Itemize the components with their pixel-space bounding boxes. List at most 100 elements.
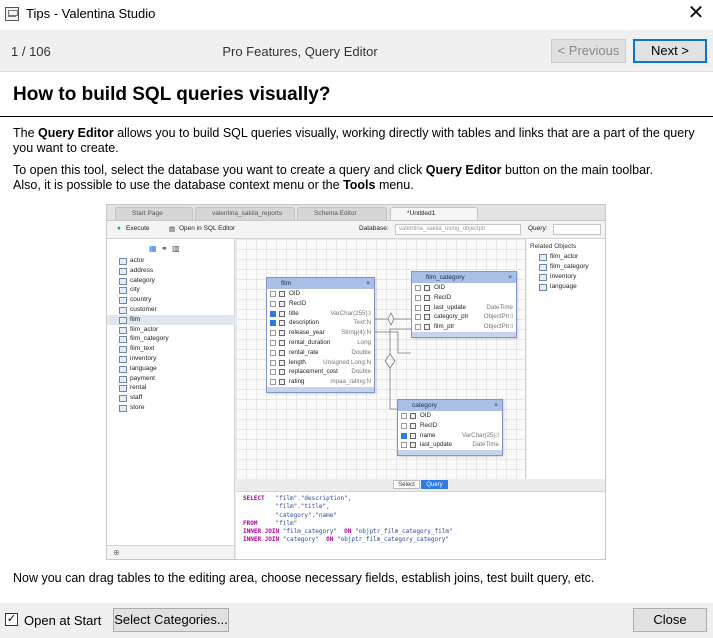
- field-icon: [279, 320, 285, 327]
- query-editor-screenshot: Start Page valentina_sakila_reports Sche…: [106, 204, 606, 560]
- heading-divider: [0, 116, 713, 117]
- table-list-item: city: [107, 285, 235, 295]
- tables-panel: ▦ ⚭ ▥ actor address category city country cus…: [107, 239, 235, 545]
- tables-list: actor address category city country customer f…: [107, 256, 235, 413]
- paragraph-3: Now you can drag tables to the editing a…: [13, 571, 595, 585]
- field-row: name VarChar(25):I: [398, 431, 502, 441]
- title-bar: Tips - Valentina Studio ✕: [0, 0, 713, 30]
- tools-term: Tools: [343, 178, 376, 192]
- table-list-item: film_category: [107, 334, 235, 344]
- previous-button[interactable]: < Previous: [551, 39, 626, 63]
- field-icon: [279, 339, 285, 346]
- table-list-item: inventory: [107, 354, 235, 364]
- field-checkbox: [270, 349, 276, 356]
- close-icon: ×: [508, 274, 512, 281]
- sql-editor-icon: ▤: [169, 226, 176, 233]
- field-checkbox: [415, 304, 421, 311]
- select-tab: Select: [393, 480, 420, 489]
- query-editor-term: Query Editor: [425, 163, 502, 177]
- screenshot-tab: valentina_sakila_reports: [195, 207, 295, 220]
- paragraph-2: To open this tool, select the database y…: [13, 163, 653, 192]
- open-sql-label: Open in SQL Editor: [179, 225, 236, 232]
- open-at-start-checkbox[interactable]: ✓: [5, 613, 18, 626]
- screenshot-tab: Start Page: [115, 207, 193, 220]
- table-list-item: film: [107, 314, 235, 325]
- field-checkbox: [270, 359, 276, 366]
- related-object-item: film_actor: [527, 252, 605, 262]
- field-icon: [279, 300, 285, 307]
- table-widget-header: category ×: [398, 400, 502, 411]
- field-row: rental_rate Double: [267, 348, 374, 358]
- field-row: rental_duration Long: [267, 338, 374, 348]
- table-widget-header: film_category ×: [412, 272, 516, 283]
- tip-category-title: Pro Features, Query Editor: [222, 44, 378, 59]
- table-list-item: store: [107, 403, 235, 413]
- field-icon: [424, 294, 430, 301]
- related-objects-list: film_actor film_category inventory language: [527, 252, 605, 292]
- screenshot-tab-bar: Start Page valentina_sakila_reports Sche…: [107, 205, 605, 221]
- field-row: RecID: [267, 299, 374, 309]
- table-list-item: country: [107, 295, 235, 305]
- tables-panel-footer: ⊕: [107, 545, 235, 559]
- field-icon: [424, 304, 430, 311]
- table-list-item: payment: [107, 374, 235, 384]
- field-checkbox: [401, 413, 407, 419]
- field-icon: [410, 442, 416, 449]
- query-editor-term: Query Editor: [38, 126, 114, 140]
- tip-content: How to build SQL queries visually? The Q…: [0, 73, 713, 603]
- screenshot-toolbar: ● Execute ▤ Open in SQL Editor Database:…: [107, 221, 605, 239]
- field-checkbox: [401, 432, 407, 439]
- window-title: Tips - Valentina Studio: [26, 6, 156, 21]
- screenshot-tab-active: *Untitled1: [390, 207, 478, 220]
- field-row: description Text:N: [267, 318, 374, 328]
- table-list-item: customer: [107, 305, 235, 315]
- paragraph-1: The Query Editor allows you to build SQL…: [13, 126, 695, 155]
- field-icon: [279, 310, 285, 317]
- view-switcher: Select Query: [236, 479, 605, 491]
- select-categories-button[interactable]: Select Categories...: [113, 608, 229, 632]
- film-category-table-widget: film_category × OID RecID last_update DateTim…: [411, 271, 517, 338]
- field-icon: [410, 422, 416, 429]
- table-list-item: category: [107, 276, 235, 286]
- field-row: OID: [398, 411, 502, 421]
- field-icon: [424, 314, 430, 321]
- query-combo: [553, 224, 601, 235]
- field-checkbox: [415, 324, 421, 331]
- table-widget-header: film ×: [267, 278, 374, 289]
- tip-heading: How to build SQL queries visually?: [13, 84, 331, 105]
- close-icon: ×: [366, 280, 370, 287]
- field-row: OID: [267, 289, 374, 299]
- field-icon: [279, 379, 285, 386]
- field-row: replacement_cost Double: [267, 367, 374, 377]
- field-row: OID: [412, 283, 516, 293]
- field-row: length Unsigned Long:N: [267, 358, 374, 368]
- field-icon: [279, 291, 285, 297]
- field-checkbox: [270, 379, 276, 386]
- field-icon: [279, 330, 285, 337]
- category-table-widget: category × OID RecID name VarChar(25):I last_u…: [397, 399, 503, 457]
- close-icon[interactable]: ✕: [685, 3, 707, 25]
- field-checkbox: [270, 320, 276, 327]
- tips-dialog: Tips - Valentina Studio ✕ 1 / 106 Pro Fe…: [0, 0, 713, 638]
- table-list-item: film_text: [107, 344, 235, 354]
- field-row: film_ptr ObjectPtr:I: [412, 322, 516, 332]
- field-row: release_year String(4):N: [267, 328, 374, 338]
- field-row: rating mpaa_rating:N: [267, 377, 374, 387]
- related-object-item: film_category: [527, 262, 605, 272]
- table-list-item: staff: [107, 393, 235, 403]
- close-button[interactable]: Close: [633, 608, 707, 632]
- related-objects-panel: Related Objects film_actor film_category i…: [527, 239, 605, 479]
- query-design-canvas: film × OID RecID title VarChar(255):I descript…: [236, 239, 526, 479]
- app-icon: [5, 7, 19, 21]
- database-combo: valentina_sakila_using_objectptr: [395, 224, 521, 235]
- bottom-bar: ✓ Open at Start Select Categories... Clo…: [0, 603, 713, 638]
- related-objects-title: Related Objects: [530, 243, 577, 250]
- next-button[interactable]: Next >: [633, 39, 707, 63]
- field-checkbox: [270, 300, 276, 307]
- related-object-item: language: [527, 282, 605, 292]
- field-checkbox: [270, 310, 276, 317]
- open-at-start-label[interactable]: Open at Start: [24, 613, 101, 628]
- screenshot-tab: Schema Editor: [297, 207, 387, 220]
- panel-view-icons: ▦ ⚭ ▥: [149, 244, 180, 253]
- add-icon: ⊕: [113, 548, 120, 557]
